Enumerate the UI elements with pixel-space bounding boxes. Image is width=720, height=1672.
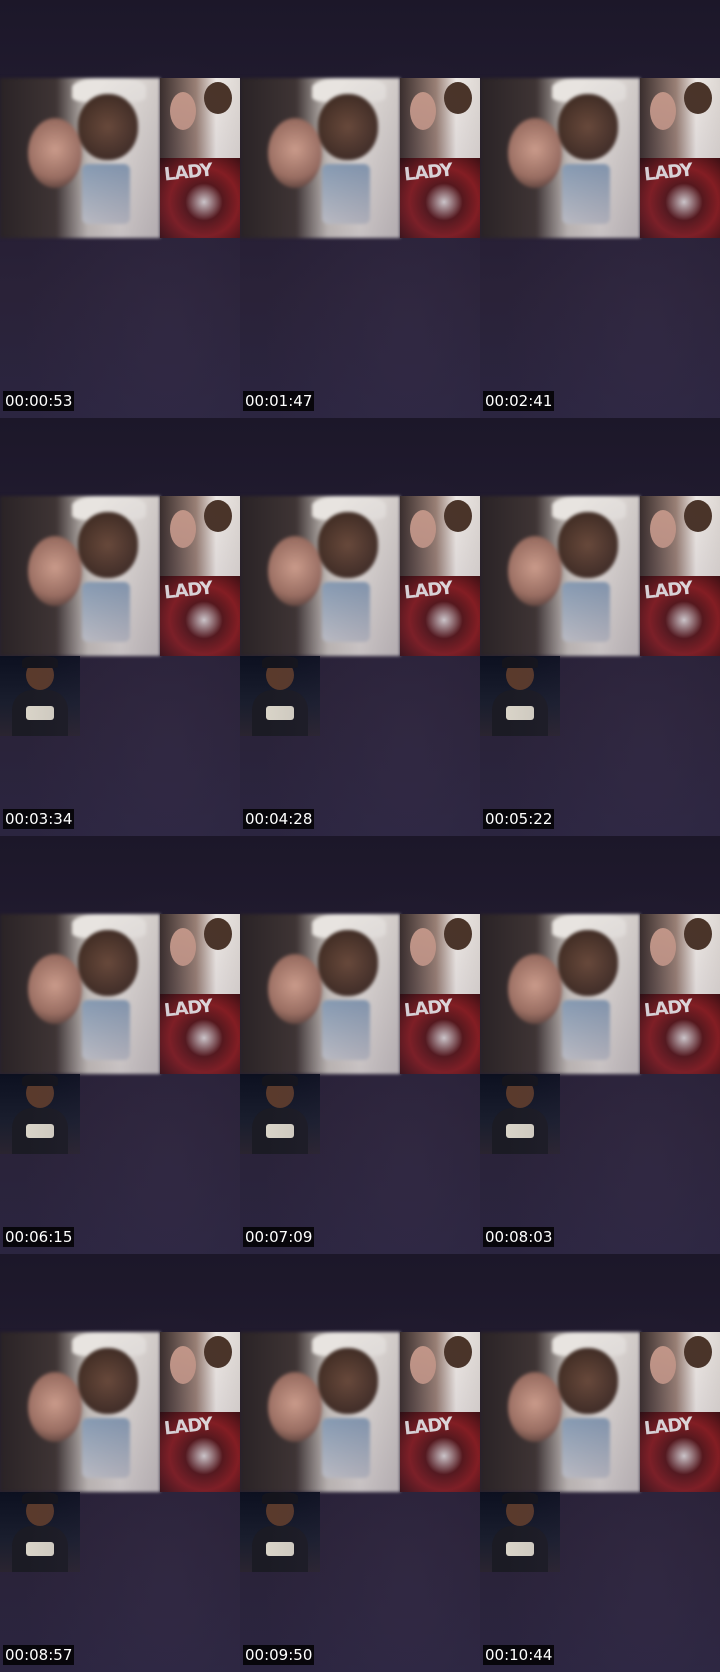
video-thumbnail[interactable]: LADY 00:09:50 (240, 1254, 480, 1672)
video-thumbnail[interactable]: LADY 00:00:53 (0, 0, 240, 418)
couple-photo (240, 914, 400, 1074)
poster-image: LADY (160, 1412, 240, 1492)
couple-photo-small (160, 496, 240, 576)
video-thumbnail[interactable]: LADY 00:05:22 (480, 418, 720, 836)
video-thumbnail[interactable]: LADY 00:06:15 (0, 836, 240, 1254)
couple-photo-small (400, 496, 480, 576)
timestamp-label: 00:06:15 (3, 1227, 75, 1247)
timestamp-label: 00:03:34 (3, 809, 75, 829)
person-photo (480, 656, 560, 736)
poster-image: LADY (640, 1412, 720, 1492)
poster-image: LADY (160, 576, 240, 656)
timestamp-label: 00:00:53 (3, 391, 75, 411)
poster-text: LADY (643, 1413, 694, 1440)
poster-text: LADY (163, 995, 214, 1022)
poster-image: LADY (640, 576, 720, 656)
person-photo (480, 1492, 560, 1572)
poster-text: LADY (403, 995, 454, 1022)
couple-photo-small (640, 914, 720, 994)
person-photo (480, 1074, 560, 1154)
poster-text: LADY (403, 1413, 454, 1440)
couple-photo-small (160, 78, 240, 158)
timestamp-label: 00:07:09 (243, 1227, 315, 1247)
poster-image: LADY (160, 158, 240, 238)
couple-photo (0, 914, 160, 1074)
couple-photo-small (400, 78, 480, 158)
thumbnail-grid: LADY 00:00:53 LADY 00:01:47 LADY 00:02:4… (0, 0, 720, 1672)
poster-image: LADY (640, 158, 720, 238)
couple-photo-small (640, 1332, 720, 1412)
video-thumbnail[interactable]: LADY 00:02:41 (480, 0, 720, 418)
couple-photo-small (400, 1332, 480, 1412)
timestamp-label: 00:01:47 (243, 391, 315, 411)
video-thumbnail[interactable]: LADY 00:08:57 (0, 1254, 240, 1672)
poster-image: LADY (160, 994, 240, 1074)
video-thumbnail[interactable]: LADY 00:07:09 (240, 836, 480, 1254)
couple-photo (0, 1332, 160, 1492)
couple-photo (480, 914, 640, 1074)
poster-text: LADY (163, 577, 214, 604)
couple-photo-small (160, 1332, 240, 1412)
couple-photo (0, 78, 160, 238)
timestamp-label: 00:04:28 (243, 809, 315, 829)
person-photo (0, 1074, 80, 1154)
person-photo (240, 1492, 320, 1572)
couple-photo (0, 496, 160, 656)
couple-photo-small (640, 496, 720, 576)
couple-photo (240, 496, 400, 656)
couple-photo (480, 1332, 640, 1492)
poster-text: LADY (643, 995, 694, 1022)
poster-text: LADY (163, 159, 214, 186)
timestamp-label: 00:05:22 (483, 809, 555, 829)
couple-photo (480, 496, 640, 656)
timestamp-label: 00:08:03 (483, 1227, 555, 1247)
timestamp-label: 00:09:50 (243, 1645, 315, 1665)
person-photo (0, 1492, 80, 1572)
poster-image: LADY (400, 994, 480, 1074)
video-thumbnail[interactable]: LADY 00:01:47 (240, 0, 480, 418)
poster-text: LADY (643, 577, 694, 604)
video-thumbnail[interactable]: LADY 00:04:28 (240, 418, 480, 836)
poster-image: LADY (640, 994, 720, 1074)
person-photo (0, 656, 80, 736)
poster-image: LADY (400, 576, 480, 656)
poster-image: LADY (400, 158, 480, 238)
poster-text: LADY (403, 159, 454, 186)
couple-photo-small (400, 914, 480, 994)
video-thumbnail[interactable]: LADY 00:03:34 (0, 418, 240, 836)
couple-photo-small (640, 78, 720, 158)
person-photo (240, 1074, 320, 1154)
poster-text: LADY (643, 159, 694, 186)
person-photo (240, 656, 320, 736)
timestamp-label: 00:02:41 (483, 391, 555, 411)
couple-photo (240, 1332, 400, 1492)
timestamp-label: 00:08:57 (3, 1645, 75, 1665)
poster-text: LADY (163, 1413, 214, 1440)
couple-photo-small (160, 914, 240, 994)
couple-photo (240, 78, 400, 238)
poster-image: LADY (400, 1412, 480, 1492)
video-thumbnail[interactable]: LADY 00:08:03 (480, 836, 720, 1254)
timestamp-label: 00:10:44 (483, 1645, 555, 1665)
video-thumbnail[interactable]: LADY 00:10:44 (480, 1254, 720, 1672)
poster-text: LADY (403, 577, 454, 604)
couple-photo (480, 78, 640, 238)
